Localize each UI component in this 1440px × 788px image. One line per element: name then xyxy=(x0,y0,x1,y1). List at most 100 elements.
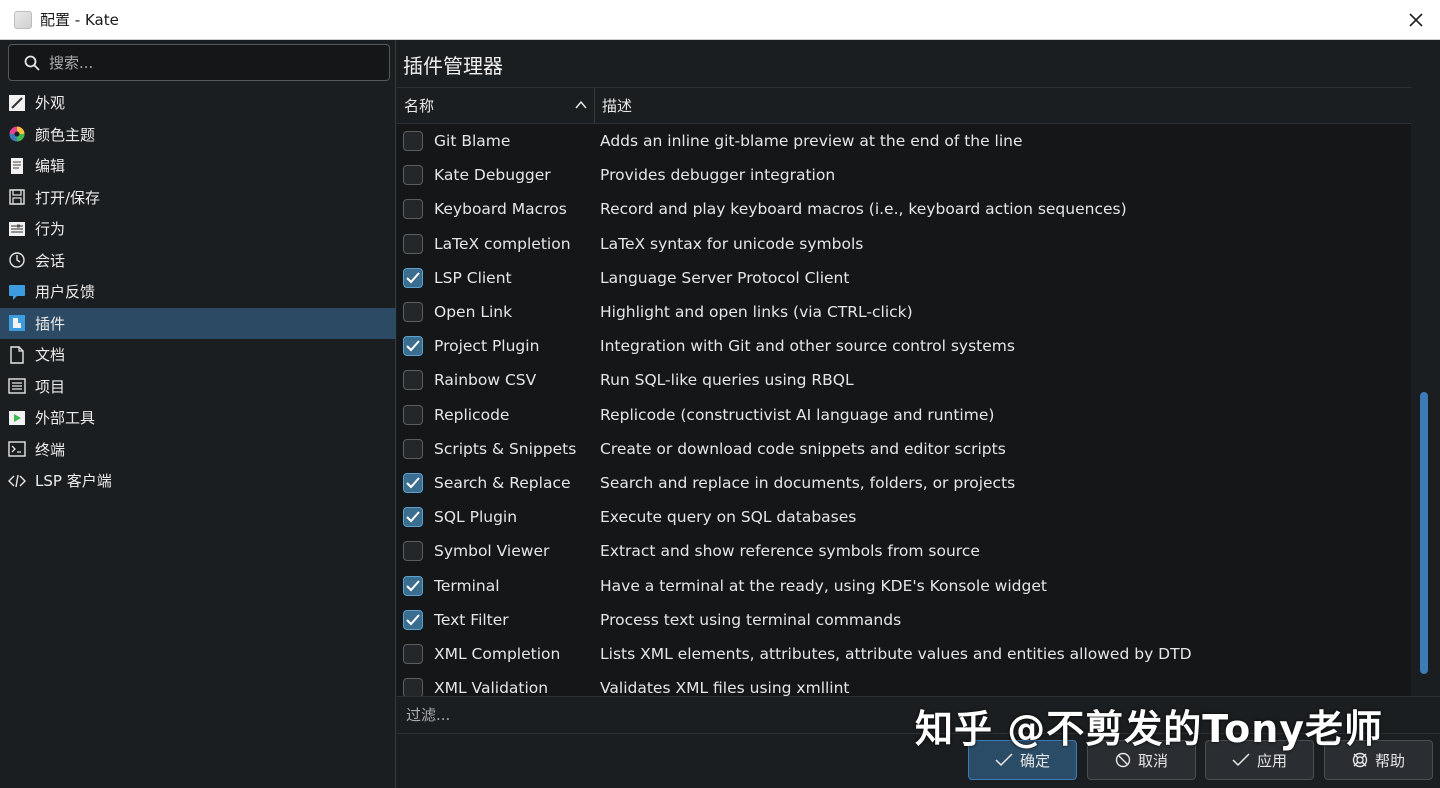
sidebar-item[interactable]: 项目 xyxy=(0,371,396,403)
plugin-enable-checkbox[interactable] xyxy=(403,199,423,220)
table-row[interactable]: Git Blame Adds an inline git-blame previe… xyxy=(397,124,1411,158)
plugin-name-cell: Project Plugin xyxy=(397,336,595,357)
plugin-enable-checkbox[interactable] xyxy=(403,541,423,562)
sidebar-item[interactable]: 行为 xyxy=(0,213,396,245)
sidebar-item-label: 插件 xyxy=(35,314,66,333)
plugin-enable-checkbox[interactable] xyxy=(403,336,423,357)
sidebar-item[interactable]: 文档 xyxy=(0,339,396,371)
title-bar: 配置 - Kate xyxy=(0,0,1440,40)
table-row[interactable]: LaTeX completion LaTeX syntax for unicode… xyxy=(397,227,1411,261)
plugin-name-cell: Open Link xyxy=(397,302,595,323)
table-row[interactable]: Project Plugin Integration with Git and o… xyxy=(397,329,1411,363)
sidebar-item[interactable]: 打开/保存 xyxy=(0,182,396,214)
plugin-description: Adds an inline git-blame preview at the … xyxy=(600,132,1023,151)
plugin-name-cell: Symbol Viewer xyxy=(397,541,595,562)
plugin-enable-checkbox[interactable] xyxy=(403,302,423,323)
table-row[interactable]: LSP Client Language Server Protocol Clien… xyxy=(397,261,1411,295)
plugin-description: Search and replace in documents, folders… xyxy=(600,473,1016,492)
table-row[interactable]: XML Validation Validates XML files using … xyxy=(397,671,1411,697)
session-clock-icon xyxy=(8,251,26,269)
table-row[interactable]: SQL Plugin Execute query on SQL databases xyxy=(397,500,1411,534)
table-row[interactable]: Symbol Viewer Extract and show reference … xyxy=(397,534,1411,568)
filter-bar xyxy=(397,696,1440,734)
plugin-description: Create or download code snippets and edi… xyxy=(600,439,1006,458)
scrollbar-thumb[interactable] xyxy=(1420,392,1428,674)
table-row[interactable]: Rainbow CSV Run SQL-like queries using RB… xyxy=(397,363,1411,397)
vertical-scrollbar[interactable] xyxy=(1411,87,1440,697)
plugin-description: Provides debugger integration xyxy=(600,166,836,185)
plugin-name-cell: Replicode xyxy=(397,404,595,425)
plugin-description: Validates XML files using xmllint xyxy=(600,679,850,697)
plugin-enable-checkbox[interactable] xyxy=(403,575,423,596)
table-row[interactable]: Terminal Have a terminal at the ready, us… xyxy=(397,568,1411,602)
column-header-description[interactable]: 描述 xyxy=(595,88,1411,123)
save-icon xyxy=(8,188,26,206)
plugin-description: Record and play keyboard macros (i.e., k… xyxy=(600,200,1127,219)
sidebar-item[interactable]: 会话 xyxy=(0,245,396,277)
table-row[interactable]: Text Filter Process text using terminal c… xyxy=(397,603,1411,637)
plugin-enable-checkbox[interactable] xyxy=(403,370,423,391)
checkmark-icon xyxy=(406,340,420,352)
sidebar-item-label: 终端 xyxy=(35,440,66,459)
plugin-enable-checkbox[interactable] xyxy=(403,165,423,186)
search-icon xyxy=(15,46,49,80)
sidebar-item[interactable]: 外观 xyxy=(0,87,396,119)
sidebar-item[interactable]: 插件 xyxy=(0,307,396,339)
table-row[interactable]: Open Link Highlight and open links (via C… xyxy=(397,295,1411,329)
plugin-enable-checkbox[interactable] xyxy=(403,609,423,630)
plugin-enable-checkbox[interactable] xyxy=(403,438,423,459)
table-row[interactable]: XML Completion Lists XML elements, attrib… xyxy=(397,637,1411,671)
sidebar-item-label: 外观 xyxy=(35,94,66,113)
dialog-buttons: 确定 取消 应用 帮助 xyxy=(397,740,1440,780)
apply-button[interactable]: 应用 xyxy=(1205,740,1314,780)
table-row[interactable]: Replicode Replicode (constructivist AI la… xyxy=(397,398,1411,432)
plugin-enable-checkbox[interactable] xyxy=(403,131,423,152)
sidebar-item-label: 用户反馈 xyxy=(35,283,96,302)
plugin-description: Have a terminal at the ready, using KDE'… xyxy=(600,576,1047,595)
plugin-name: Scripts & Snippets xyxy=(434,439,577,458)
plugin-name-cell: Scripts & Snippets xyxy=(397,438,595,459)
plugin-name-cell: Text Filter xyxy=(397,609,595,630)
column-header-name[interactable]: 名称 xyxy=(397,88,595,123)
sidebar-item[interactable]: 用户反馈 xyxy=(0,276,396,308)
plugin-enable-checkbox[interactable] xyxy=(403,643,423,664)
plugin-enable-checkbox[interactable] xyxy=(403,507,423,528)
search-box[interactable] xyxy=(8,44,390,81)
sidebar-item[interactable]: 颜色主题 xyxy=(0,119,396,151)
plugin-manager-panel: 插件管理器 名称 描述 Git Blame Adds an inline git-… xyxy=(397,40,1440,788)
plugin-name: XML Completion xyxy=(434,644,561,663)
plugin-enable-checkbox[interactable] xyxy=(403,472,423,493)
plugin-name: Git Blame xyxy=(434,132,511,151)
column-header-name-label: 名称 xyxy=(404,97,435,115)
cancel-button[interactable]: 取消 xyxy=(1087,740,1196,780)
plugin-name: SQL Plugin xyxy=(434,508,518,527)
sidebar-item[interactable]: LSP 客户端 xyxy=(0,465,396,497)
table-row[interactable]: Scripts & Snippets Create or download cod… xyxy=(397,432,1411,466)
help-lifebuoy-icon xyxy=(1352,752,1368,768)
sidebar-item[interactable]: 编辑 xyxy=(0,150,396,182)
help-button[interactable]: 帮助 xyxy=(1324,740,1433,780)
ok-button-label: 确定 xyxy=(1019,751,1050,770)
close-button[interactable] xyxy=(1404,8,1428,32)
plugin-name-cell: Git Blame xyxy=(397,131,595,152)
table-row[interactable]: Search & Replace Search and replace in do… xyxy=(397,466,1411,500)
feedback-icon xyxy=(8,283,26,301)
table-row[interactable]: Kate Debugger Provides debugger integrati… xyxy=(397,158,1411,192)
sidebar-item[interactable]: 终端 xyxy=(0,434,396,466)
document-icon xyxy=(8,346,26,364)
table-row[interactable]: Keyboard Macros Record and play keyboard … xyxy=(397,192,1411,226)
plugin-enable-checkbox[interactable] xyxy=(403,404,423,425)
plugin-description: Highlight and open links (via CTRL-click… xyxy=(600,303,913,322)
plugin-enable-checkbox[interactable] xyxy=(403,233,423,254)
plugin-name: Open Link xyxy=(434,303,513,322)
sidebar: 外观颜色主题编辑打开/保存行为会话用户反馈插件文档项目外部工具终端 LSP 客户端 xyxy=(0,40,396,788)
sidebar-item[interactable]: 外部工具 xyxy=(0,402,396,434)
plugin-name: Rainbow CSV xyxy=(434,371,537,390)
sidebar-item-label: 文档 xyxy=(35,346,66,365)
filter-input[interactable] xyxy=(397,706,897,724)
plugin-enable-checkbox[interactable] xyxy=(403,267,423,288)
plugin-enable-checkbox[interactable] xyxy=(403,678,423,697)
search-input[interactable] xyxy=(49,53,389,72)
ok-button[interactable]: 确定 xyxy=(968,740,1077,780)
category-list: 外观颜色主题 编辑 打开/保存 行为 会话用户反馈插件文档项目 外部工具终端 LSP 客户端 xyxy=(0,87,396,497)
